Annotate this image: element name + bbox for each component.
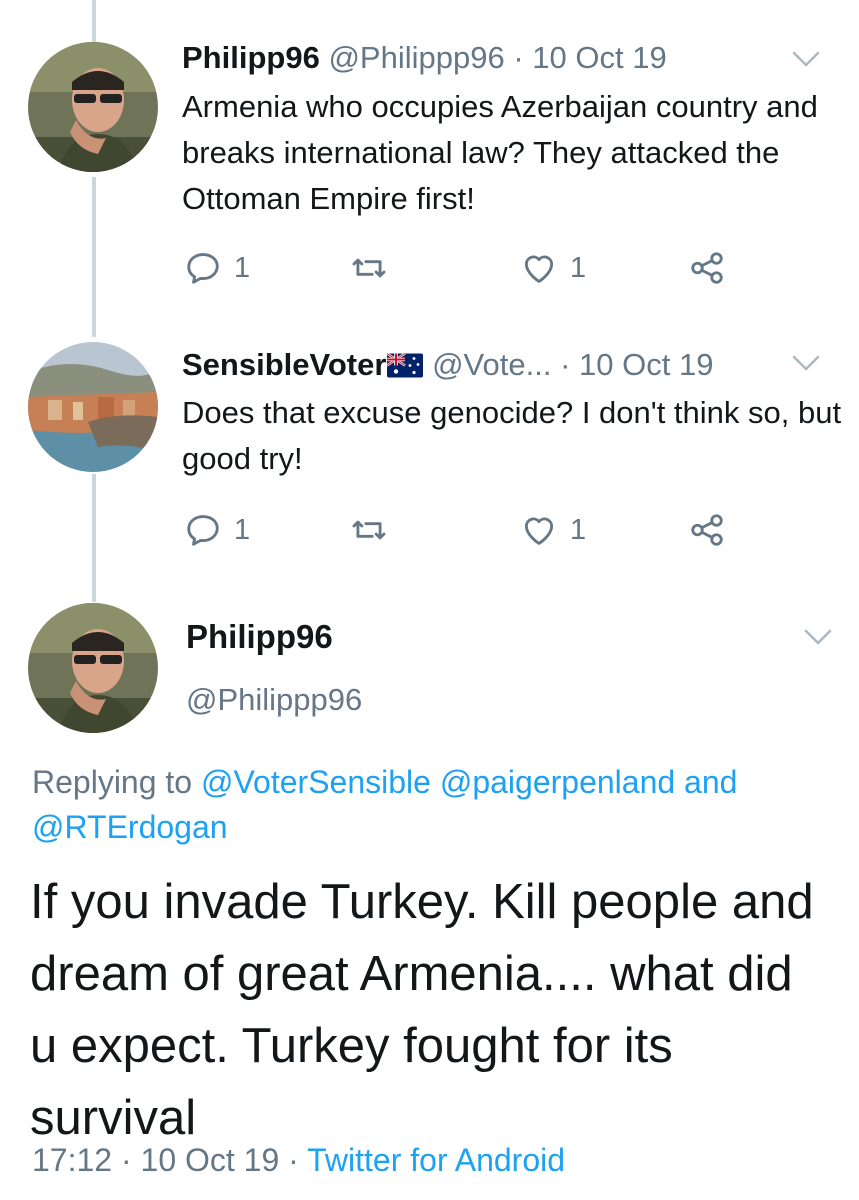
user-handle[interactable]: @Philippp96 (186, 682, 362, 718)
like-count: 1 (570, 513, 587, 546)
reply-count: 1 (234, 513, 251, 546)
avatar[interactable] (28, 42, 158, 172)
avatar[interactable] (28, 603, 158, 733)
display-name[interactable]: Philipp96 (182, 40, 320, 75)
separator: · (513, 40, 524, 75)
like-count: 1 (570, 251, 587, 284)
retweet-icon (352, 258, 386, 278)
thread-line (92, 0, 96, 42)
display-name[interactable]: SensibleVoter (182, 347, 386, 382)
tweet-header: SensibleVoter @Vote... · 10 Oct 19 (182, 345, 713, 385)
thread-line (92, 474, 96, 602)
avatar[interactable] (28, 342, 158, 472)
tweet-source-link[interactable]: Twitter for Android (307, 1142, 565, 1178)
separator: · (120, 1142, 132, 1178)
like-button[interactable]: 1 (520, 510, 586, 550)
mention-link[interactable]: @RTErdogan (32, 809, 228, 845)
thread-line (92, 177, 96, 337)
reply-button[interactable]: 1 (184, 510, 250, 550)
share-icon (691, 514, 723, 546)
australia-flag-icon (387, 353, 424, 378)
share-icon (691, 252, 723, 284)
mention-link[interactable]: @paigerpenland (440, 764, 675, 800)
retweet-button[interactable] (350, 248, 388, 288)
chevron-down-icon[interactable] (804, 628, 832, 646)
display-name[interactable]: Philipp96 (186, 618, 333, 656)
tweet-date[interactable]: 10 Oct 19 (579, 347, 713, 382)
separator: · (560, 347, 571, 382)
reply-icon (187, 253, 219, 284)
tweet-text: Does that excuse genocide? I don't think… (182, 395, 842, 476)
tweet-time: 17:12 (32, 1142, 113, 1178)
chevron-down-icon[interactable] (792, 50, 820, 68)
user-handle[interactable]: @Philippp96 (328, 40, 504, 75)
tweet-text: If you invade Turkey. Kill people and dr… (30, 875, 814, 1145)
reply-icon (187, 515, 219, 546)
like-button[interactable]: 1 (520, 248, 586, 288)
retweet-button[interactable] (350, 510, 388, 550)
share-button[interactable] (688, 248, 726, 288)
retweet-icon (352, 520, 386, 540)
tweet-header: Philipp96 @Philippp96 · 10 Oct 19 (182, 38, 667, 78)
mention-and[interactable]: and (684, 764, 737, 800)
tweet-date: 10 Oct 19 (140, 1142, 280, 1178)
like-icon (524, 255, 554, 283)
tweet-actions: 1 1 (182, 510, 742, 550)
separator: · (288, 1142, 299, 1178)
share-button[interactable] (688, 510, 726, 550)
reply-button[interactable]: 1 (184, 248, 250, 288)
tweet-date[interactable]: 10 Oct 19 (532, 40, 666, 75)
tweet-actions: 1 1 (182, 248, 742, 288)
chevron-down-icon[interactable] (792, 354, 820, 372)
replying-to: Replying to @VoterSensible @paigerpenlan… (32, 760, 832, 850)
reply-count: 1 (234, 251, 251, 284)
replying-label: Replying to (32, 764, 193, 800)
tweet-meta: 17:12 · 10 Oct 19 · Twitter for Android (32, 1142, 565, 1179)
like-icon (524, 517, 554, 545)
user-handle[interactable]: @Vote... (432, 347, 551, 382)
tweet-text: Armenia who occupies Azerbaijan country … (182, 89, 818, 216)
mention-link[interactable]: @VoterSensible (201, 764, 431, 800)
